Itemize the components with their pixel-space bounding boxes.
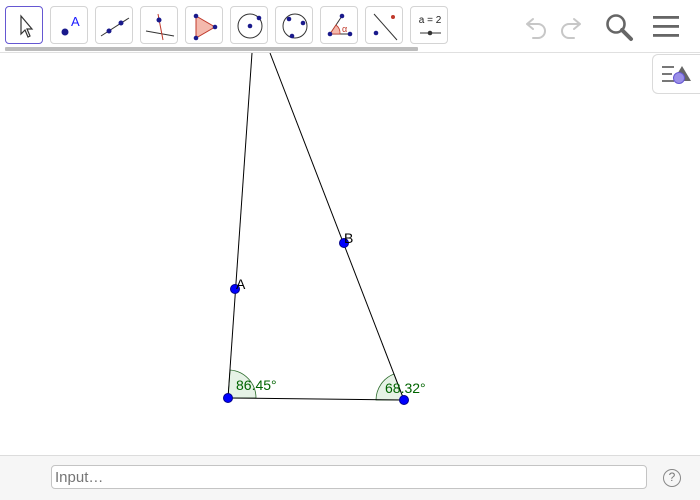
- input-bar: ?: [0, 455, 700, 500]
- point-tool-button[interactable]: A: [50, 6, 88, 44]
- perpendicular-line-tool-button[interactable]: [140, 6, 178, 44]
- undo-icon[interactable]: [518, 10, 552, 44]
- cursor-arrow-icon: [20, 14, 34, 38]
- algebra-input[interactable]: [51, 465, 647, 489]
- circle-center-icon: [237, 13, 263, 39]
- toolbar: A α a = 2: [0, 0, 700, 52]
- circle-three-points-tool-button[interactable]: [275, 6, 313, 44]
- graphics-view[interactable]: 86.45° 68.32° A B: [0, 53, 700, 455]
- menu-icon[interactable]: [649, 10, 683, 44]
- slider-tool-button[interactable]: a = 2: [410, 6, 448, 44]
- style-bar-toggle-button[interactable]: [652, 54, 700, 94]
- angle-label-1: 86.45°: [236, 377, 277, 393]
- line-icon: [100, 17, 130, 37]
- redo-icon[interactable]: [555, 10, 589, 44]
- polygon-tool-button[interactable]: [185, 6, 223, 44]
- perpendicular-line-icon: [145, 13, 175, 41]
- circle-three-points-icon: [282, 13, 308, 39]
- vertex-point-left[interactable]: [223, 393, 233, 403]
- style-bar-icon: [662, 66, 691, 84]
- angle-label-2: 68.32°: [385, 380, 426, 396]
- angle-icon: α: [327, 13, 353, 37]
- line-through-a[interactable]: [227, 53, 253, 399]
- point-b-label: B: [344, 230, 353, 246]
- reflect-icon: [373, 13, 398, 41]
- slider-icon: [420, 30, 441, 36]
- search-icon[interactable]: [602, 10, 636, 44]
- angle-tool-button[interactable]: α: [320, 6, 358, 44]
- reflect-tool-button[interactable]: [365, 6, 403, 44]
- vertex-point-right[interactable]: [399, 395, 409, 405]
- circle-center-point-tool-button[interactable]: [230, 6, 268, 44]
- line-through-b[interactable]: [269, 53, 405, 401]
- point-tool-label: A: [71, 14, 80, 29]
- line-tool-button[interactable]: [95, 6, 133, 44]
- polygon-icon: [193, 13, 218, 41]
- point-icon: A: [61, 14, 80, 36]
- point-a-label: A: [236, 276, 246, 292]
- angle-tool-label: α: [342, 24, 347, 34]
- help-icon[interactable]: ?: [663, 469, 681, 487]
- move-tool-button[interactable]: [5, 6, 43, 44]
- toolbar-scrollbar[interactable]: [5, 47, 418, 51]
